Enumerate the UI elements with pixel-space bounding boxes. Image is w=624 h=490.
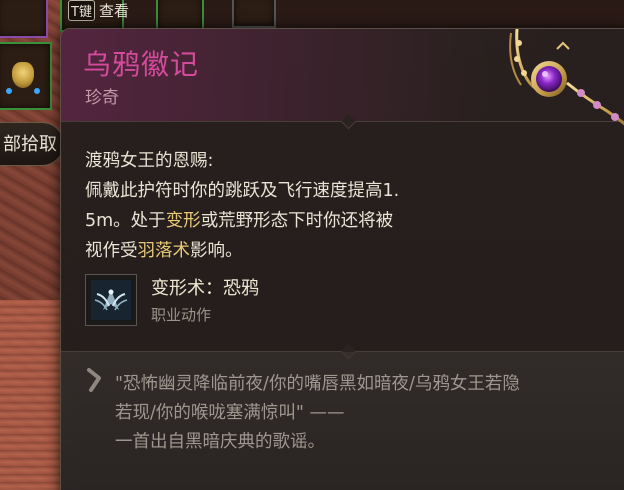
granted-action[interactable]: 变形术：恐鸦 职业动作	[85, 274, 259, 328]
gem-dot	[34, 88, 40, 94]
description-line-2: 5m。处于变形或荒野形态下时你还将被	[85, 206, 525, 236]
keyword-feather-fall[interactable]: 羽落术	[138, 241, 191, 261]
item-description: 渡鸦女王的恩赐: 佩戴此护符时你的跳跃及飞行速度提高1. 5m。处于变形或荒野形…	[85, 146, 525, 266]
lore-section: "恐怖幽灵降临前夜/你的嘴唇黑如暗夜/乌鸦女王若隐 若现/你的喉咙塞满惊叫" —…	[61, 352, 624, 490]
examine-hint[interactable]: T键 查看	[68, 0, 129, 21]
granted-action-texts: 变形术：恐鸦 职业动作	[151, 274, 259, 328]
lore-line-3: 一首出自黑暗庆典的歌谣。	[115, 432, 325, 452]
description-line-1: 佩戴此护符时你的跳跃及飞行速度提高1.	[85, 181, 400, 201]
description-line-3: 视作受羽落术影响。	[85, 236, 525, 266]
description-text: 或荒野形态下时你还将被	[200, 211, 394, 231]
examine-label: 查看	[98, 2, 129, 20]
item-rarity: 珍奇	[85, 88, 119, 108]
item-tooltip: 乌鸦徽记 珍奇 渡鸦女王的恩赐: 佩戴此护符时你的跳跃及飞行速度提高1. 5m。…	[60, 28, 624, 490]
raven-wing-icon	[85, 274, 137, 326]
lore-line-2: 若现/你的喉咙塞满惊叫" ——	[115, 403, 345, 423]
description-text: 影响。	[190, 241, 243, 261]
granted-action-name: 变形术：恐鸦	[151, 278, 259, 299]
pickup-all-button[interactable]: 部拾取	[0, 122, 64, 166]
description-text: 视作受	[85, 241, 138, 261]
game-scene: T键 查看 部拾取 乌鸦徽记 珍奇 渡鸦女王的恩赐: 佩戴此护符时你的跳跃及飞行…	[0, 0, 624, 490]
gem-dot	[6, 88, 12, 94]
inventory-slot[interactable]	[0, 0, 48, 38]
quill-icon	[87, 368, 101, 392]
inventory-slot-amulet[interactable]	[0, 42, 52, 110]
keycap-t: T键	[68, 0, 95, 21]
tooltip-header: 乌鸦徽记 珍奇	[61, 29, 624, 130]
granted-action-type: 职业动作	[151, 306, 212, 324]
background-fabric	[0, 300, 64, 490]
tooltip-body: 渡鸦女王的恩赐: 佩戴此护符时你的跳跃及飞行速度提高1. 5m。处于变形或荒野形…	[61, 122, 624, 352]
inventory-slot[interactable]	[232, 0, 276, 28]
lore-line-1: "恐怖幽灵降临前夜/你的嘴唇黑如暗夜/乌鸦女王若隐	[115, 374, 520, 394]
lore-text: "恐怖幽灵降临前夜/你的嘴唇黑如暗夜/乌鸦女王若隐 若现/你的喉咙塞满惊叫" —…	[115, 370, 615, 457]
amulet-thumbnail-icon	[12, 62, 34, 88]
description-title: 渡鸦女王的恩赐:	[85, 151, 214, 171]
description-text: 5m。处于	[85, 211, 166, 231]
item-name: 乌鸦徽记	[83, 48, 200, 81]
keyword-shapechange[interactable]: 变形	[166, 211, 201, 231]
